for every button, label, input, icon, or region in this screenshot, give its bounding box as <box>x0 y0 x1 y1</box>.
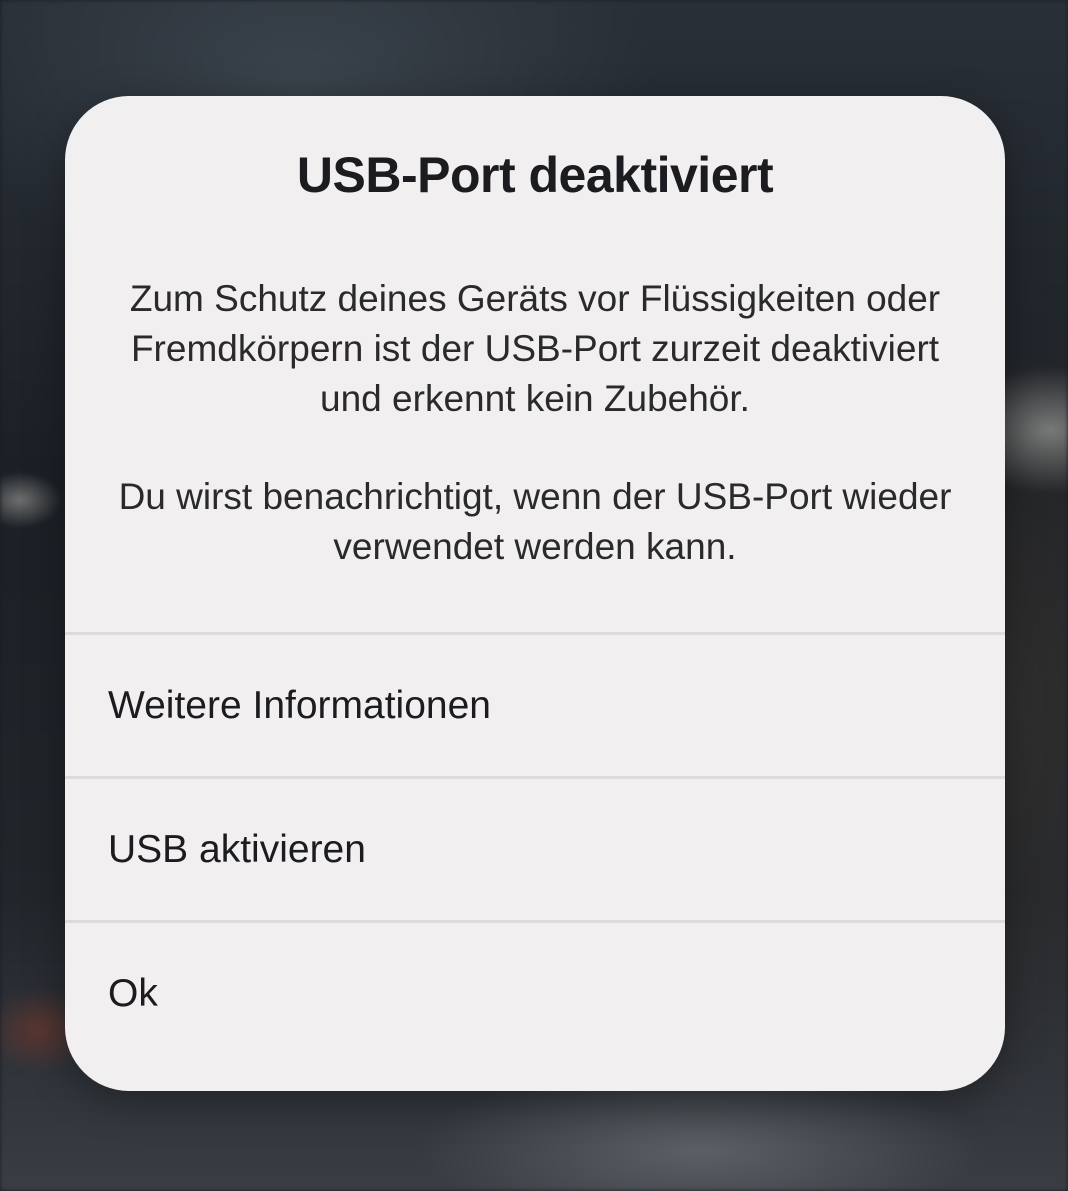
more-information-button[interactable]: Weitere Informationen <box>65 632 1005 776</box>
dialog-message-paragraph-2: Du wirst benachrichtigt, wenn der USB-Po… <box>118 476 952 567</box>
usb-port-disabled-dialog: USB-Port deaktiviert Zum Schutz deines G… <box>65 96 1005 1091</box>
dialog-actions: Weitere Informationen USB aktivieren Ok <box>65 632 1005 1064</box>
dialog-message: Zum Schutz deines Geräts vor Flüssigkeit… <box>115 274 955 572</box>
ok-button[interactable]: Ok <box>65 920 1005 1064</box>
enable-usb-button[interactable]: USB aktivieren <box>65 776 1005 920</box>
dialog-title: USB-Port deaktiviert <box>296 147 774 203</box>
dialog-message-paragraph-1: Zum Schutz deines Geräts vor Flüssigkeit… <box>129 278 941 419</box>
